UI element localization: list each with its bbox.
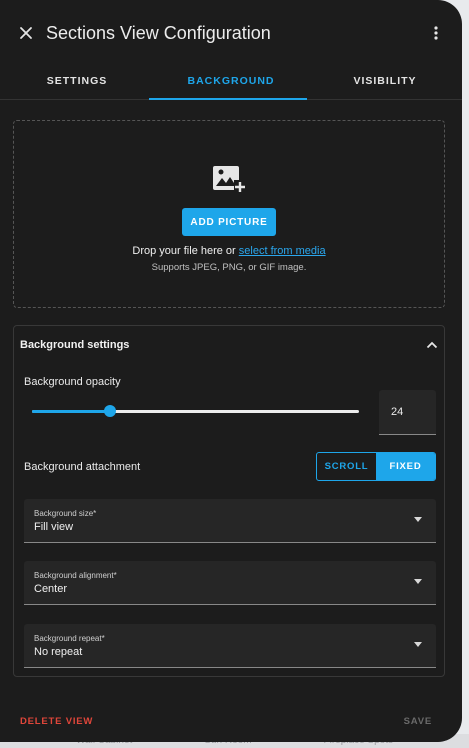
background-alignment-select[interactable]: Background alignment* Center: [24, 561, 436, 605]
tab-settings[interactable]: SETTINGS: [0, 66, 154, 99]
select-value: Center: [34, 583, 68, 595]
dialog-title: Sections View Configuration: [46, 22, 271, 43]
opacity-slider-thumb[interactable]: [104, 405, 117, 417]
opacity-slider[interactable]: [32, 405, 359, 417]
delete-view-button[interactable]: DELETE VIEW: [20, 716, 93, 727]
select-label: Background repeat*: [34, 634, 105, 643]
more-vert-icon[interactable]: [424, 21, 448, 45]
background-size-select[interactable]: Background size* Fill view: [24, 499, 436, 543]
background-settings-panel: Background settings Background opacity 2…: [13, 325, 445, 677]
dialog-header: Sections View Configuration: [0, 0, 462, 66]
tab-background[interactable]: BACKGROUND: [154, 66, 308, 99]
attachment-scroll-option[interactable]: SCROLL: [317, 453, 376, 480]
tab-content: ADD PICTURE Drop your file here or selec…: [0, 100, 462, 702]
select-value: Fill view: [34, 521, 74, 533]
add-picture-button[interactable]: ADD PICTURE: [182, 208, 276, 236]
tab-bar: SETTINGS BACKGROUND VISIBILITY: [0, 66, 462, 100]
background-settings-header[interactable]: Background settings: [14, 326, 444, 364]
select-label: Background size*: [34, 509, 97, 518]
opacity-label: Background opacity: [24, 376, 121, 388]
image-dropzone[interactable]: ADD PICTURE Drop your file here or selec…: [13, 120, 445, 308]
chevron-up-icon[interactable]: [426, 336, 438, 354]
save-button[interactable]: SAVE: [404, 716, 432, 727]
dropzone-instruction: Drop your file here or: [132, 245, 236, 257]
select-value: No repeat: [34, 646, 83, 658]
attachment-label: Background attachment: [24, 461, 141, 473]
view-config-dialog: Sections View Configuration SETTINGS BAC…: [0, 0, 462, 742]
dialog-footer: DELETE VIEW SAVE: [0, 700, 462, 742]
chevron-down-icon: [414, 642, 422, 647]
chevron-down-icon: [414, 517, 422, 522]
chevron-down-icon: [414, 579, 422, 584]
dropzone-hint: Supports JPEG, PNG, or GIF image.: [151, 262, 307, 273]
attachment-toggle: SCROLL FIXED: [316, 452, 436, 481]
background-repeat-select[interactable]: Background repeat* No repeat: [24, 624, 436, 668]
opacity-slider-fill: [32, 410, 111, 413]
close-icon[interactable]: [14, 21, 38, 45]
attachment-fixed-option[interactable]: FIXED: [376, 453, 435, 480]
opacity-input[interactable]: 24: [379, 390, 436, 435]
select-label: Background alignment*: [34, 571, 117, 580]
tab-visibility[interactable]: VISIBILITY: [308, 66, 462, 99]
panel-title: Background settings: [20, 339, 130, 351]
dropzone-text: Drop your file here or select from media: [132, 245, 325, 257]
select-from-media-link[interactable]: select from media: [239, 245, 326, 257]
image-plus-icon: [212, 165, 246, 200]
